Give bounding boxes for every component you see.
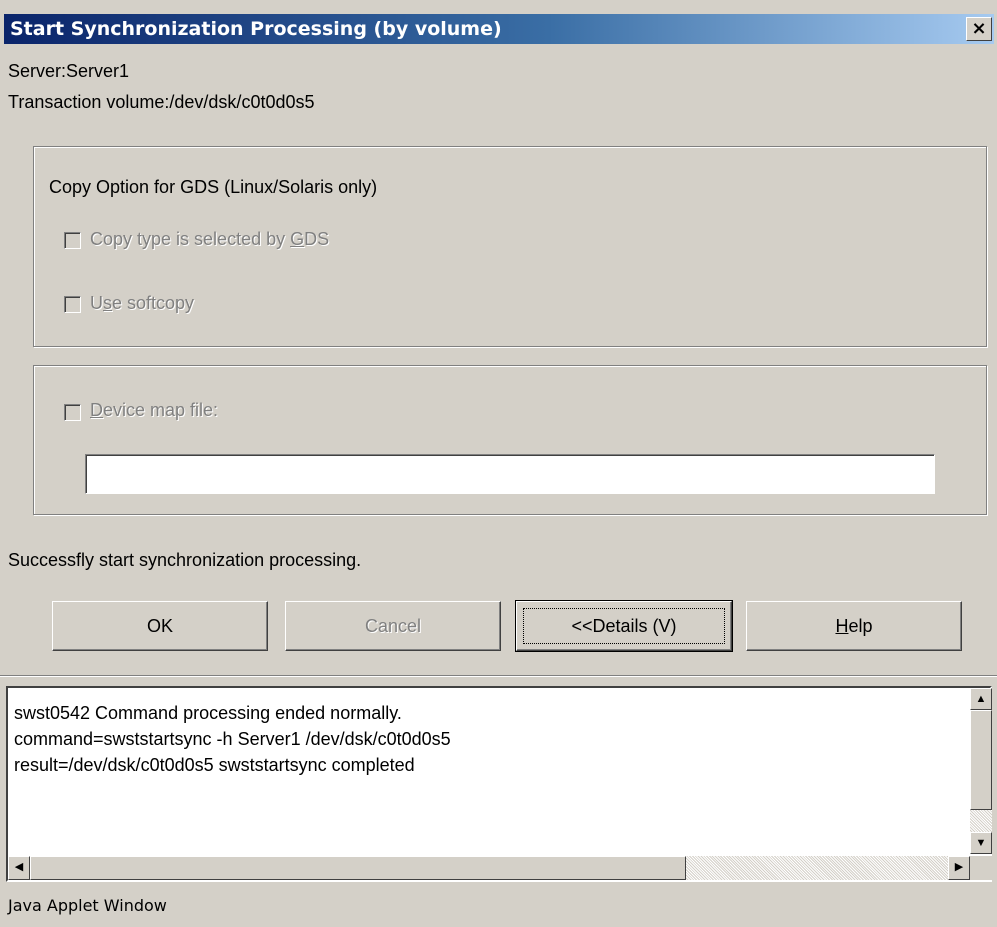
use-softcopy-checkbox[interactable] [64, 296, 81, 313]
scroll-right-button[interactable]: ▶ [948, 856, 970, 880]
details-button[interactable]: <<Details (V) [515, 600, 733, 652]
left-arrow-icon: ◀ [14, 861, 24, 873]
gds-option-group: Copy Option for GDS (Linux/Solaris only)… [33, 146, 987, 347]
details-log[interactable]: swst0542 Command processing ended normal… [6, 686, 992, 882]
server-label: Server:Server1 [8, 61, 130, 81]
horizontal-scrollbar[interactable]: ◀ ▶ [8, 856, 992, 880]
copy-type-gds-label: Copy type is selected by GDS [90, 229, 330, 249]
device-map-group: Device map file: [33, 365, 987, 515]
title-bar[interactable]: Start Synchronization Processing (by vol… [4, 14, 994, 44]
horizontal-scroll-track[interactable] [686, 856, 948, 880]
right-arrow-icon: ▶ [954, 861, 964, 873]
copy-type-gds-checkbox[interactable] [64, 232, 81, 249]
log-line: result=/dev/dsk/c0t0d0s5 swststartsync c… [14, 755, 415, 775]
scroll-down-button[interactable]: ▼ [970, 832, 992, 854]
separator [0, 675, 997, 677]
use-softcopy-label: Use softcopy [90, 293, 195, 313]
scroll-left-button[interactable]: ◀ [8, 856, 30, 880]
status-bar: Java Applet Window [8, 896, 167, 915]
device-map-file-input[interactable] [85, 454, 935, 494]
status-message: Successfly start synchronization process… [8, 550, 362, 570]
device-map-checkbox[interactable] [64, 404, 81, 421]
vertical-scroll-thumb[interactable] [970, 710, 992, 810]
vertical-scrollbar[interactable]: ▲ ▼ [970, 688, 992, 854]
gds-option-label: Copy Option for GDS (Linux/Solaris only) [49, 177, 378, 197]
vertical-scroll-track[interactable] [970, 810, 992, 832]
focus-ring [523, 608, 725, 644]
device-map-label: Device map file: [90, 400, 219, 420]
up-arrow-icon: ▲ [975, 693, 987, 705]
down-arrow-icon: ▼ [975, 837, 987, 849]
help-button[interactable]: Help [746, 601, 962, 651]
cancel-button[interactable]: Cancel [285, 601, 501, 651]
transaction-volume-label: Transaction volume:/dev/dsk/c0t0d0s5 [8, 92, 315, 112]
close-icon: × [971, 18, 987, 39]
window-title: Start Synchronization Processing (by vol… [10, 18, 502, 40]
log-line: swst0542 Command processing ended normal… [14, 703, 402, 723]
log-line: command=swststartsync -h Server1 /dev/ds… [14, 729, 451, 749]
dialog-window: Start Synchronization Processing (by vol… [0, 0, 997, 927]
horizontal-scroll-thumb[interactable] [30, 856, 686, 880]
close-button[interactable]: × [966, 17, 992, 41]
log-text: swst0542 Command processing ended normal… [14, 700, 451, 778]
scroll-up-button[interactable]: ▲ [970, 688, 992, 710]
ok-button[interactable]: OK [52, 601, 268, 651]
